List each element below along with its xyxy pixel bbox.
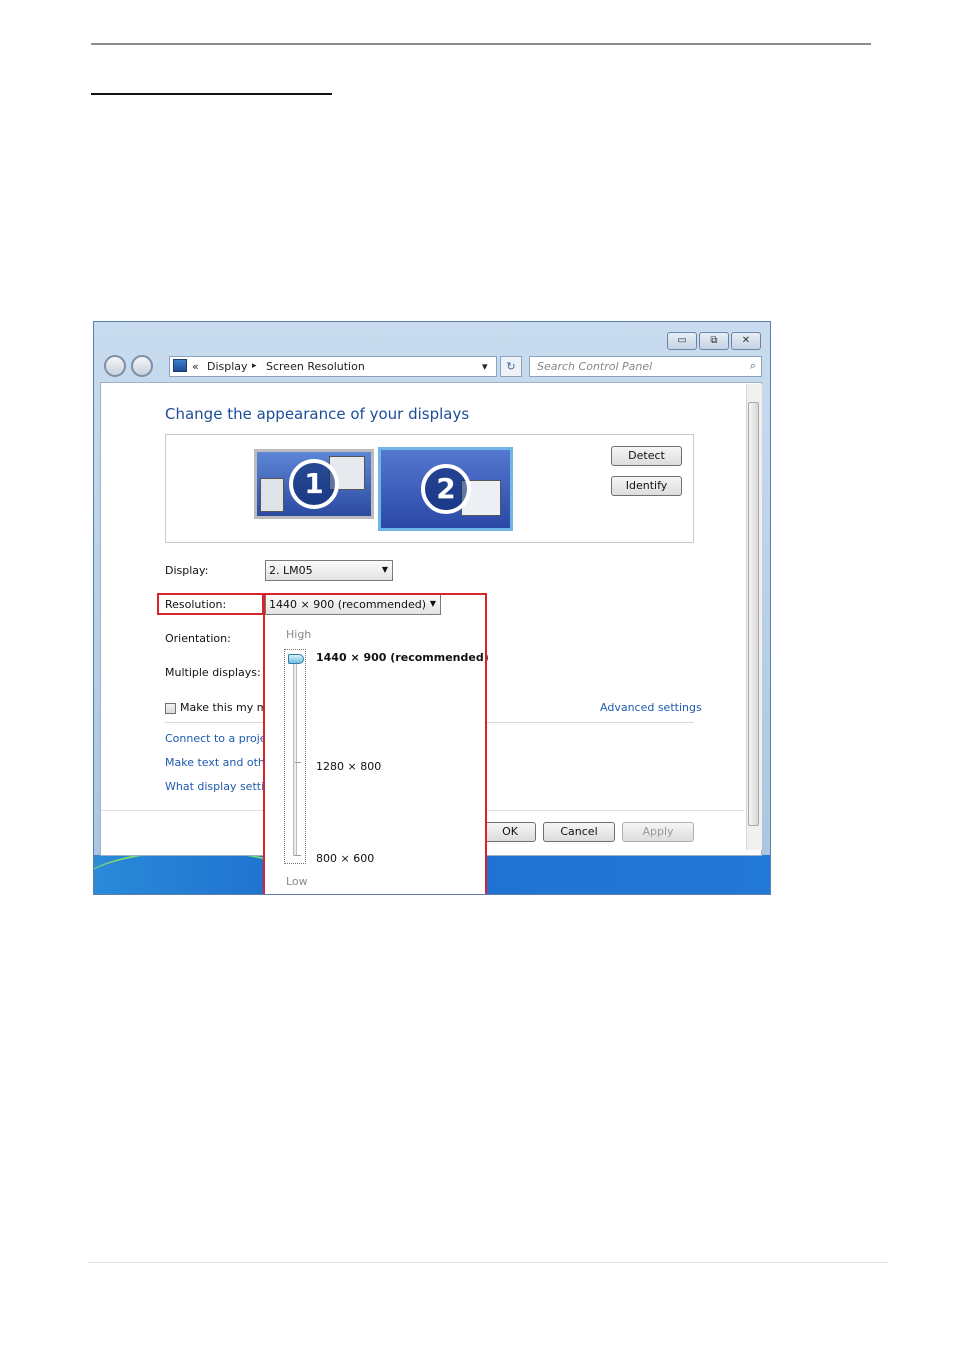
monitor-2[interactable]: 2 xyxy=(378,447,513,531)
chevron-down-icon[interactable]: ▾ xyxy=(482,360,488,373)
screen-resolution-window: ▭ ⧉ ✕ « Display ▸ Screen Resolution ▾ ↻ … xyxy=(93,321,771,895)
monitor-number-1: 1 xyxy=(289,459,339,509)
maximize-button[interactable]: ⧉ xyxy=(699,332,729,350)
display-select[interactable]: 2. LM05 ▼ xyxy=(265,560,393,581)
scrollbar-thumb[interactable] xyxy=(748,402,759,826)
breadcrumb-screen-resolution[interactable]: Screen Resolution xyxy=(266,360,365,373)
monitor-number-2: 2 xyxy=(421,464,471,514)
chevron-down-icon: ▼ xyxy=(381,565,388,574)
breadcrumb-display[interactable]: Display xyxy=(207,360,248,373)
apply-button[interactable]: Apply xyxy=(622,822,694,842)
monitor-arrangement: 1 2 Detect Identify xyxy=(165,434,694,543)
ok-button[interactable]: OK xyxy=(484,822,536,842)
back-button[interactable] xyxy=(104,355,126,377)
control-panel-icon xyxy=(173,359,187,372)
minimize-button[interactable]: ▭ xyxy=(667,332,697,350)
page-title: Change the appearance of your displays xyxy=(165,405,470,423)
top-rule xyxy=(91,43,871,45)
forward-button[interactable] xyxy=(131,355,153,377)
display-select-value: 2. LM05 xyxy=(269,564,313,577)
what-display-settings-link[interactable]: What display settin xyxy=(165,780,271,793)
resolution-dropdown-highlight xyxy=(263,593,487,894)
detect-button[interactable]: Detect xyxy=(611,446,682,466)
identify-button[interactable]: Identify xyxy=(611,476,682,496)
close-button[interactable]: ✕ xyxy=(731,332,761,350)
monitor-1[interactable]: 1 xyxy=(254,449,374,519)
refresh-button[interactable]: ↻ xyxy=(500,356,522,377)
search-placeholder: Search Control Panel xyxy=(537,360,653,373)
address-bar[interactable]: « Display ▸ Screen Resolution ▾ xyxy=(169,356,497,377)
bottom-rule xyxy=(88,1262,888,1263)
make-main-display-label: Make this my m xyxy=(180,701,268,714)
display-label: Display: xyxy=(165,564,209,577)
resolution-label: Resolution: xyxy=(165,598,227,611)
multiple-displays-label: Multiple displays: xyxy=(165,666,261,679)
breadcrumb-separator-icon: ▸ xyxy=(252,361,257,371)
connect-projector-link[interactable]: Connect to a projec xyxy=(165,732,273,745)
window-thumbnail-icon xyxy=(260,478,284,512)
search-input[interactable]: Search Control Panel ⌕ xyxy=(529,356,762,377)
advanced-settings-link[interactable]: Advanced settings xyxy=(600,701,702,714)
search-icon[interactable]: ⌕ xyxy=(750,359,756,373)
make-text-larger-link[interactable]: Make text and othe xyxy=(165,756,272,769)
breadcrumb-prefix: « xyxy=(192,360,199,373)
orientation-label: Orientation: xyxy=(165,632,231,645)
make-main-display-checkbox[interactable] xyxy=(165,703,176,714)
heading-underline xyxy=(91,93,332,95)
cancel-button[interactable]: Cancel xyxy=(543,822,615,842)
